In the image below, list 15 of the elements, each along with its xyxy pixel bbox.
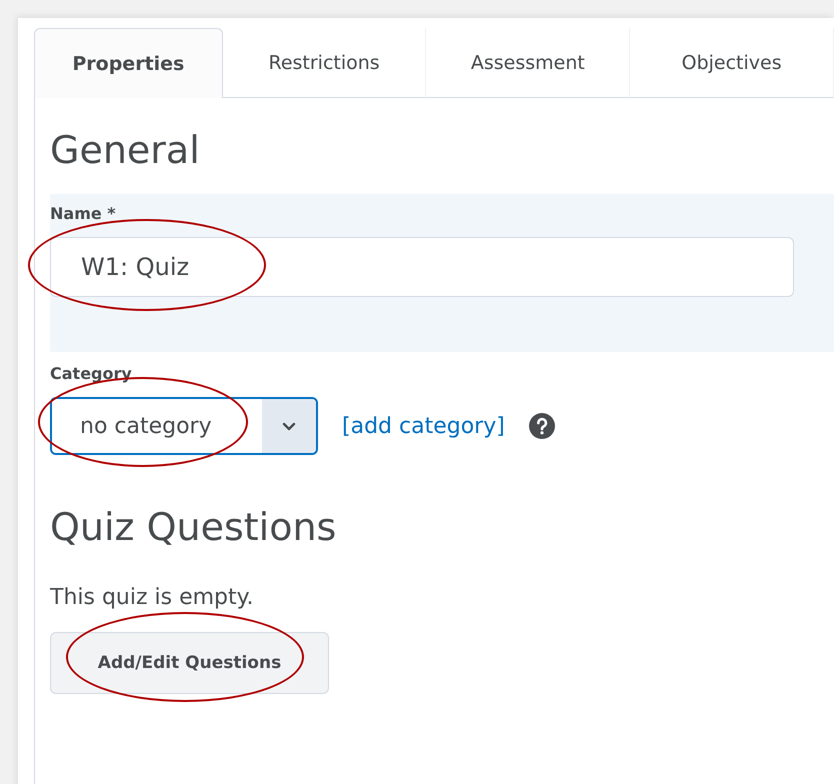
section-heading: General [50,127,201,174]
empty-message: This quiz is empty. [50,585,255,610]
section-heading: Quiz Questions [50,504,338,551]
tab[interactable]: Objectives [630,28,834,98]
category-dropdown[interactable]: no category [50,397,318,455]
tab[interactable]: Assessment [426,28,630,98]
help-icon[interactable] [528,413,555,439]
tab[interactable]: Restrictions [222,28,426,98]
field-label: Category [50,363,133,385]
add-category-link[interactable]: [add category] [342,414,505,438]
tab[interactable]: Properties [34,28,223,98]
add-edit-questions-button[interactable]: Add/Edit Questions [50,632,329,694]
input-field[interactable]: W1: Quiz [50,237,794,297]
caret-icon [282,422,296,430]
field-label: Name * [50,204,117,225]
